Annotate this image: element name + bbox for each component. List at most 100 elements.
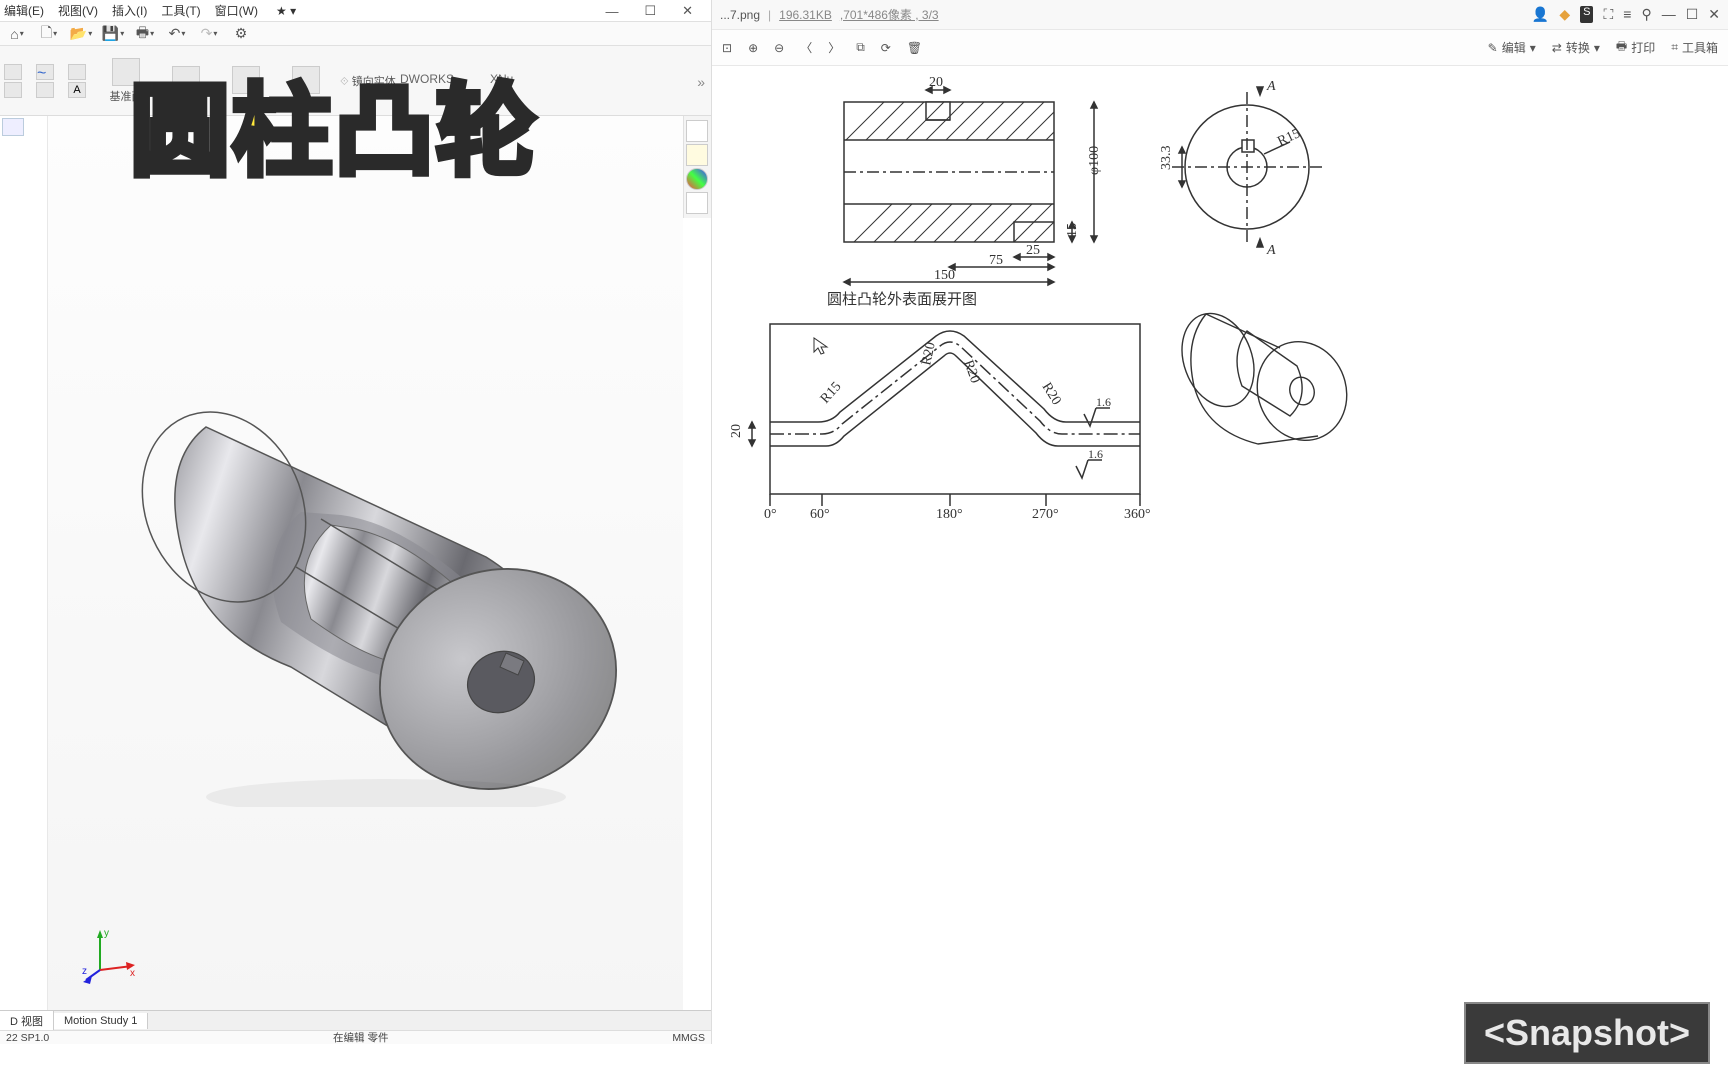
svg-text:270°: 270°	[1032, 507, 1059, 522]
edit-button[interactable]: ✎ 编辑 ▾	[1488, 39, 1536, 56]
viewer-canvas[interactable]: 20 φ100 15 25 75 150 A A R15 33.3	[712, 66, 1728, 1044]
menu-icon[interactable]: ≡	[1623, 6, 1631, 23]
menu-help-icon[interactable]: ★ ▾	[276, 4, 296, 18]
edit-mode-label: 在编辑 零件	[333, 1030, 388, 1045]
svg-text:R20: R20	[960, 358, 982, 385]
new-icon[interactable]: 🗋▾	[40, 25, 58, 43]
menu-view[interactable]: 视图(V)	[58, 2, 98, 19]
taskpane-home-icon[interactable]	[686, 120, 708, 142]
svg-text:75: 75	[989, 253, 1003, 268]
minimize-icon[interactable]: —	[1662, 6, 1676, 23]
fullscreen-icon[interactable]: ⛶	[1603, 6, 1613, 23]
ellipse-tool-icon[interactable]	[36, 82, 54, 98]
file-dimensions-label: ,701*486像素 , 3/3	[840, 6, 939, 23]
units-label: MMGS	[672, 1032, 705, 1044]
svg-text:20: 20	[929, 75, 943, 90]
text-tool-icon[interactable]: A	[68, 82, 86, 98]
redo-icon[interactable]: ↷▾	[200, 25, 218, 43]
svg-text:R20: R20	[1039, 380, 1064, 408]
file-name-label: ...7.png	[720, 8, 760, 22]
cursor-pointer-icon	[812, 336, 832, 356]
pin-icon[interactable]: ⚲	[1641, 6, 1651, 23]
motion-study-tab[interactable]: Motion Study 1	[54, 1013, 148, 1029]
undo-icon[interactable]: ↶▾	[168, 25, 186, 43]
convert-button[interactable]: ⇄ 转换 ▾	[1552, 39, 1600, 56]
quick-access-toolbar: ⌂▾ 🗋▾ 📂▾ 💾▾ 🖶▾ ↶▾ ↷▾ ⚙	[0, 22, 711, 46]
menu-window[interactable]: 窗口(W)	[215, 2, 258, 19]
circle-tool-icon[interactable]	[4, 82, 22, 98]
svg-text:R15: R15	[818, 379, 845, 406]
menu-insert[interactable]: 插入(I)	[112, 2, 147, 19]
open-icon[interactable]: 📂▾	[72, 25, 90, 43]
menu-tools[interactable]: 工具(T)	[161, 2, 200, 19]
options-icon[interactable]: ⚙	[232, 25, 250, 43]
svg-text:60°: 60°	[810, 507, 830, 522]
window-controls: — ☐ ✕	[605, 0, 707, 22]
svg-text:25: 25	[1026, 243, 1040, 258]
close-icon[interactable]: ✕	[1708, 6, 1720, 23]
isometric-sketch	[1162, 276, 1362, 476]
sketch-tools-2: ~	[36, 64, 54, 98]
file-size-label: 196.31KB	[779, 8, 832, 22]
taskpane-custom-icon[interactable]	[686, 192, 708, 214]
zoom-in-icon[interactable]: ⊕	[748, 41, 758, 55]
svg-text:180°: 180°	[936, 507, 963, 522]
home-icon[interactable]: ⌂▾	[8, 25, 26, 43]
rotate-icon[interactable]: ⟳	[881, 41, 891, 55]
taskpane-resources-icon[interactable]	[686, 144, 708, 166]
svg-text:360°: 360°	[1124, 507, 1151, 522]
maximize-icon[interactable]: ☐	[1686, 6, 1699, 23]
menu-edit[interactable]: 编辑(E)	[4, 2, 44, 19]
sketch-tools-3: A	[68, 64, 86, 98]
svg-text:φ100: φ100	[1087, 146, 1102, 175]
copy-icon[interactable]: ⧉	[856, 40, 865, 55]
svg-text:1.6: 1.6	[1096, 395, 1111, 409]
svg-text:y: y	[104, 928, 109, 939]
print-icon[interactable]: 🖶▾	[136, 25, 154, 43]
app-icon[interactable]: S	[1580, 6, 1593, 23]
menu-bar: 编辑(E) 视图(V) 插入(I) 工具(T) 窗口(W) ★ ▾ — ☐ ✕	[0, 0, 711, 22]
rect-tool-icon[interactable]	[68, 64, 86, 80]
tree-tab-icon[interactable]	[2, 118, 24, 136]
delete-icon[interactable]: 🗑	[907, 41, 922, 55]
minimize-button[interactable]: —	[605, 4, 618, 19]
model-view-tab[interactable]: D 视图	[0, 1011, 54, 1031]
cylindrical-cam-model	[106, 367, 626, 807]
print-button[interactable]: 🖶 打印	[1616, 37, 1655, 58]
line-tool-icon[interactable]	[4, 64, 22, 80]
ribbon-overflow-icon[interactable]: »	[697, 74, 705, 90]
svg-text:33.3: 33.3	[1159, 146, 1174, 171]
version-label: 22 SP1.0	[6, 1032, 49, 1044]
svg-text:x: x	[130, 968, 135, 979]
section-view-drawing: 20 φ100 15 25 75 150	[804, 72, 1144, 292]
svg-text:A: A	[1266, 79, 1276, 94]
developed-surface-drawing: 20 R15 R20 R20 R20 1.6 1.6 0° 60° 180° 2…	[722, 306, 1172, 526]
maximize-button[interactable]: ☐	[644, 3, 656, 19]
svg-text:0°: 0°	[764, 507, 777, 522]
zoom-fit-icon[interactable]: ⊡	[722, 41, 732, 55]
taskpane-appearance-icon[interactable]	[686, 168, 708, 190]
svg-text:R15: R15	[1275, 126, 1302, 149]
3d-viewport[interactable]	[48, 116, 683, 1014]
next-image-icon[interactable]: 〉	[828, 39, 840, 56]
feature-tree-gutter	[0, 116, 48, 1014]
toolbox-button[interactable]: ⌗ 工具箱	[1671, 39, 1718, 56]
axis-triad: y x z	[80, 924, 140, 984]
zoom-out-icon[interactable]: ⊖	[774, 41, 784, 55]
spline-tool-icon[interactable]: ~	[36, 64, 54, 80]
close-button[interactable]: ✕	[682, 3, 693, 19]
svg-text:15: 15	[1065, 223, 1080, 237]
status-bar: 22 SP1.0 在编辑 零件 MMGS	[0, 1030, 711, 1044]
task-pane	[683, 116, 711, 218]
end-view-drawing: A A R15 33.3	[1152, 72, 1332, 262]
svg-text:150: 150	[934, 268, 955, 283]
viewer-titlebar: ...7.png | 196.31KB ,701*486像素 , 3/3 👤 ◆…	[712, 0, 1728, 30]
avatar-icon[interactable]: 👤	[1532, 6, 1549, 23]
save-icon[interactable]: 💾▾	[104, 25, 122, 43]
badge-icon[interactable]: ◆	[1559, 6, 1570, 23]
cad-app-window: 编辑(E) 视图(V) 插入(I) 工具(T) 窗口(W) ★ ▾ — ☐ ✕ …	[0, 0, 712, 1044]
snapshot-watermark: <Snapshot>	[1464, 1002, 1710, 1064]
svg-text:20: 20	[729, 424, 744, 438]
viewer-toolbar: ⊡ ⊕ ⊖ 〈 〉 ⧉ ⟳ 🗑 ✎ 编辑 ▾ ⇄ 转换 ▾ 🖶 打印 ⌗ 工具箱	[712, 30, 1728, 66]
prev-image-icon[interactable]: 〈	[800, 39, 812, 56]
